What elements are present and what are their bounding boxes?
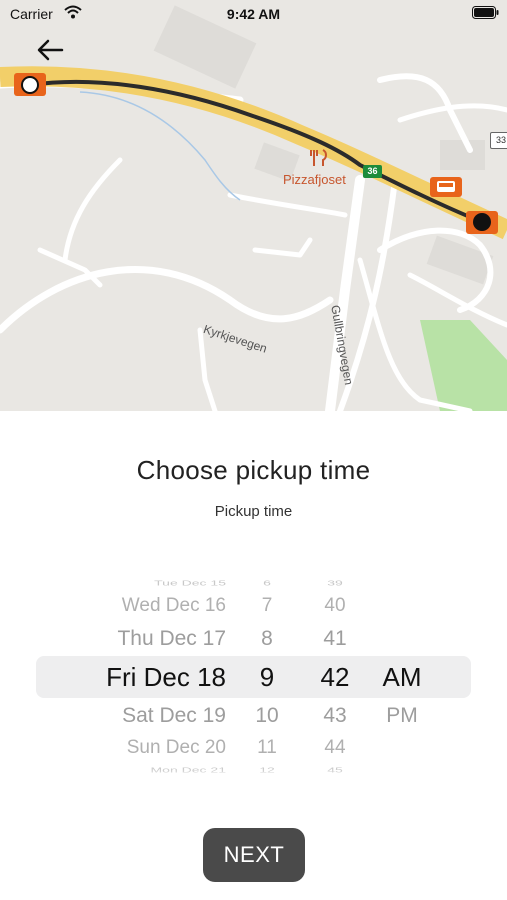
- picker-hour-option[interactable]: 11: [240, 737, 294, 759]
- building: [440, 140, 485, 170]
- picker-hour-option[interactable]: 6: [240, 579, 294, 588]
- picker-minute-option[interactable]: 44: [306, 737, 364, 759]
- status-bar: Carrier 9:42 AM: [0, 0, 507, 28]
- back-button[interactable]: [34, 36, 68, 64]
- picker-day-option[interactable]: Sat Dec 19: [66, 704, 226, 728]
- picker-minute-option[interactable]: 41: [306, 627, 364, 651]
- bus-stop-icon[interactable]: [430, 177, 462, 197]
- next-button[interactable]: NEXT: [203, 828, 305, 882]
- picker-minute-option[interactable]: 39: [306, 579, 364, 588]
- picker-hour-option[interactable]: 10: [240, 704, 294, 728]
- picker-day-option[interactable]: Thu Dec 17: [66, 627, 226, 651]
- highway: [0, 66, 507, 240]
- page-title: Choose pickup time: [136, 455, 371, 485]
- park-area: [420, 320, 507, 411]
- arrow-left-icon: [37, 39, 64, 61]
- picker-label: Pickup time: [214, 503, 293, 520]
- picker-day-option[interactable]: Sun Dec 20: [66, 737, 226, 759]
- road-shield: 36: [363, 165, 382, 178]
- clock: 9:42 AM: [226, 6, 281, 22]
- picker-day-selected[interactable]: Fri Dec 18: [66, 662, 226, 693]
- picker-hour-selected[interactable]: 9: [240, 662, 294, 693]
- picker-ampm-selected[interactable]: AM: [370, 662, 434, 693]
- start-marker[interactable]: [14, 73, 46, 96]
- end-marker[interactable]: [466, 211, 498, 234]
- picker-day-option[interactable]: Wed Dec 16: [66, 595, 226, 617]
- battery-icon: [472, 6, 499, 19]
- picker-fade-bottom: [36, 768, 472, 784]
- picker-fade-top: [36, 565, 472, 579]
- picker-hour-option[interactable]: 8: [240, 627, 294, 651]
- building: [426, 235, 494, 285]
- picker-ampm-option[interactable]: PM: [370, 704, 434, 728]
- picker-hour-option[interactable]: 7: [240, 595, 294, 617]
- picker-minute-option[interactable]: 40: [306, 595, 364, 617]
- road-shield: 33: [490, 132, 507, 149]
- picker-minute-option[interactable]: 43: [306, 704, 364, 728]
- route-map[interactable]: Pizzafjoset 36 33 Kyrkjevegen Gullbringv…: [0, 0, 507, 411]
- poi-label: Pizzafjoset: [283, 172, 346, 187]
- picker-minute-selected[interactable]: 42: [306, 662, 364, 693]
- picker-day-option[interactable]: Tue Dec 15: [66, 579, 226, 588]
